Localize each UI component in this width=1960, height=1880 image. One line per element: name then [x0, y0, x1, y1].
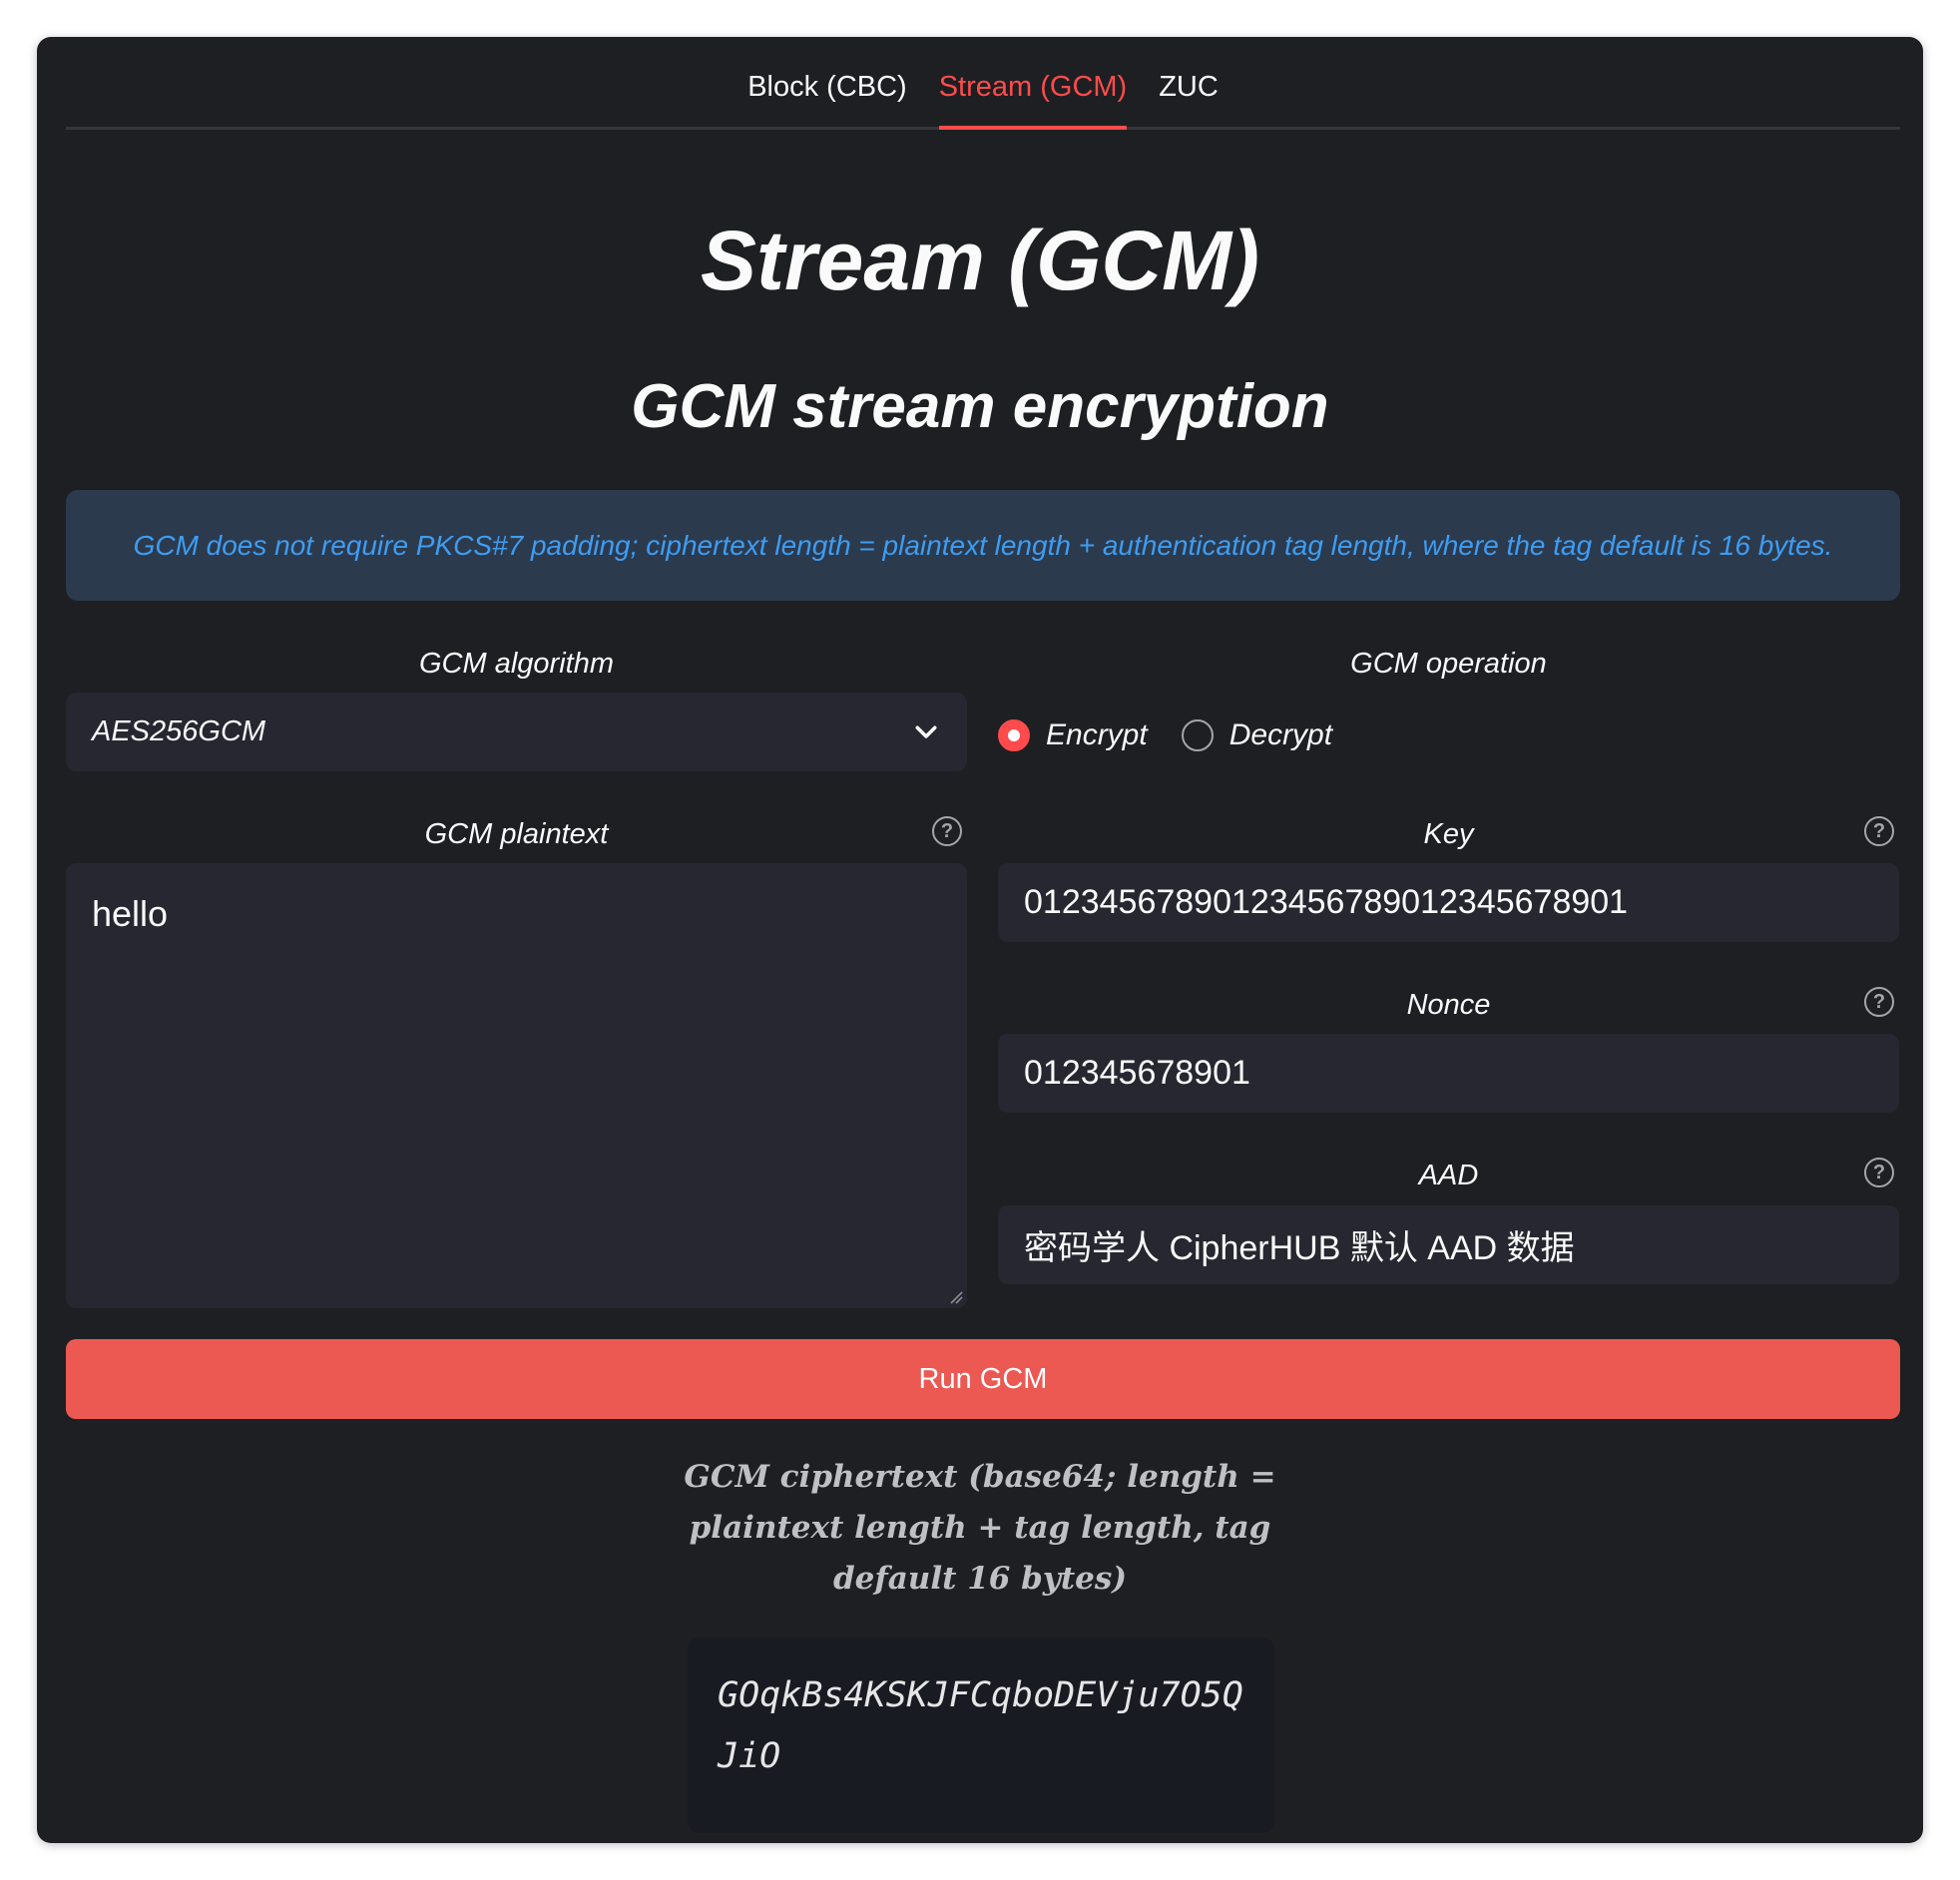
tab-zuc[interactable]: ZUC [1159, 71, 1219, 130]
ciphertext-output: GOqkBs4KSKJFCqboDEVju7O5QJiO [688, 1638, 1274, 1833]
tab-stream-gcm[interactable]: Stream (GCM) [938, 71, 1128, 130]
aad-input[interactable]: 密码学人 CipherHUB 默认 AAD 数据 [998, 1205, 1899, 1284]
algorithm-label: GCM algorithm [419, 648, 614, 680]
run-gcm-button[interactable]: Run GCM [66, 1339, 1900, 1419]
algorithm-select[interactable]: AES256GCM [66, 693, 967, 771]
operation-radio-group: Encrypt Decrypt [998, 718, 1366, 752]
plaintext-value: hello [92, 893, 169, 934]
nonce-value: 012345678901 [1024, 1054, 1250, 1092]
algorithm-select-value: AES256GCM [92, 715, 266, 747]
nonce-input[interactable]: 012345678901 [998, 1034, 1899, 1113]
key-input[interactable]: 01234567890123456789012345678901 [998, 863, 1899, 942]
operation-label: GCM operation [1350, 648, 1547, 680]
aad-label: AAD [1418, 1160, 1479, 1191]
resize-grip-icon[interactable] [945, 1286, 963, 1304]
radio-decrypt[interactable]: Decrypt [1181, 718, 1333, 752]
info-banner: GCM does not require PKCS#7 padding; cip… [66, 490, 1900, 601]
help-icon[interactable]: ? [932, 816, 962, 846]
radio-encrypt-indicator [998, 719, 1030, 751]
tab-block-cbc[interactable]: Block (CBC) [747, 71, 907, 130]
tab-bar: Block (CBC) Stream (GCM) ZUC [66, 37, 1900, 130]
aad-value: 密码学人 CipherHUB 默认 AAD 数据 [1024, 1229, 1575, 1267]
radio-decrypt-indicator [1181, 719, 1214, 751]
help-icon[interactable]: ? [1864, 1158, 1894, 1187]
radio-encrypt[interactable]: Encrypt [998, 718, 1148, 752]
chevron-down-icon [915, 725, 937, 738]
radio-encrypt-label: Encrypt [1046, 718, 1148, 751]
key-value: 01234567890123456789012345678901 [1024, 883, 1629, 921]
plaintext-textarea[interactable]: hello [66, 863, 967, 1308]
page-subtitle: GCM stream encryption [631, 372, 1329, 441]
page-title: Stream (GCM) [700, 214, 1260, 307]
help-icon[interactable]: ? [1864, 987, 1894, 1017]
plaintext-label: GCM plaintext [424, 818, 609, 850]
nonce-label: Nonce [1406, 989, 1491, 1021]
ciphertext-label: GCM ciphertext (base64; length = plainte… [684, 1459, 1276, 1597]
app-window: Block (CBC) Stream (GCM) ZUC Stream (GCM… [37, 37, 1923, 1843]
info-text: GCM does not require PKCS#7 padding; cip… [133, 529, 1833, 561]
key-label: Key [1423, 818, 1474, 850]
help-icon[interactable]: ? [1864, 816, 1894, 846]
radio-decrypt-label: Decrypt [1228, 718, 1333, 751]
